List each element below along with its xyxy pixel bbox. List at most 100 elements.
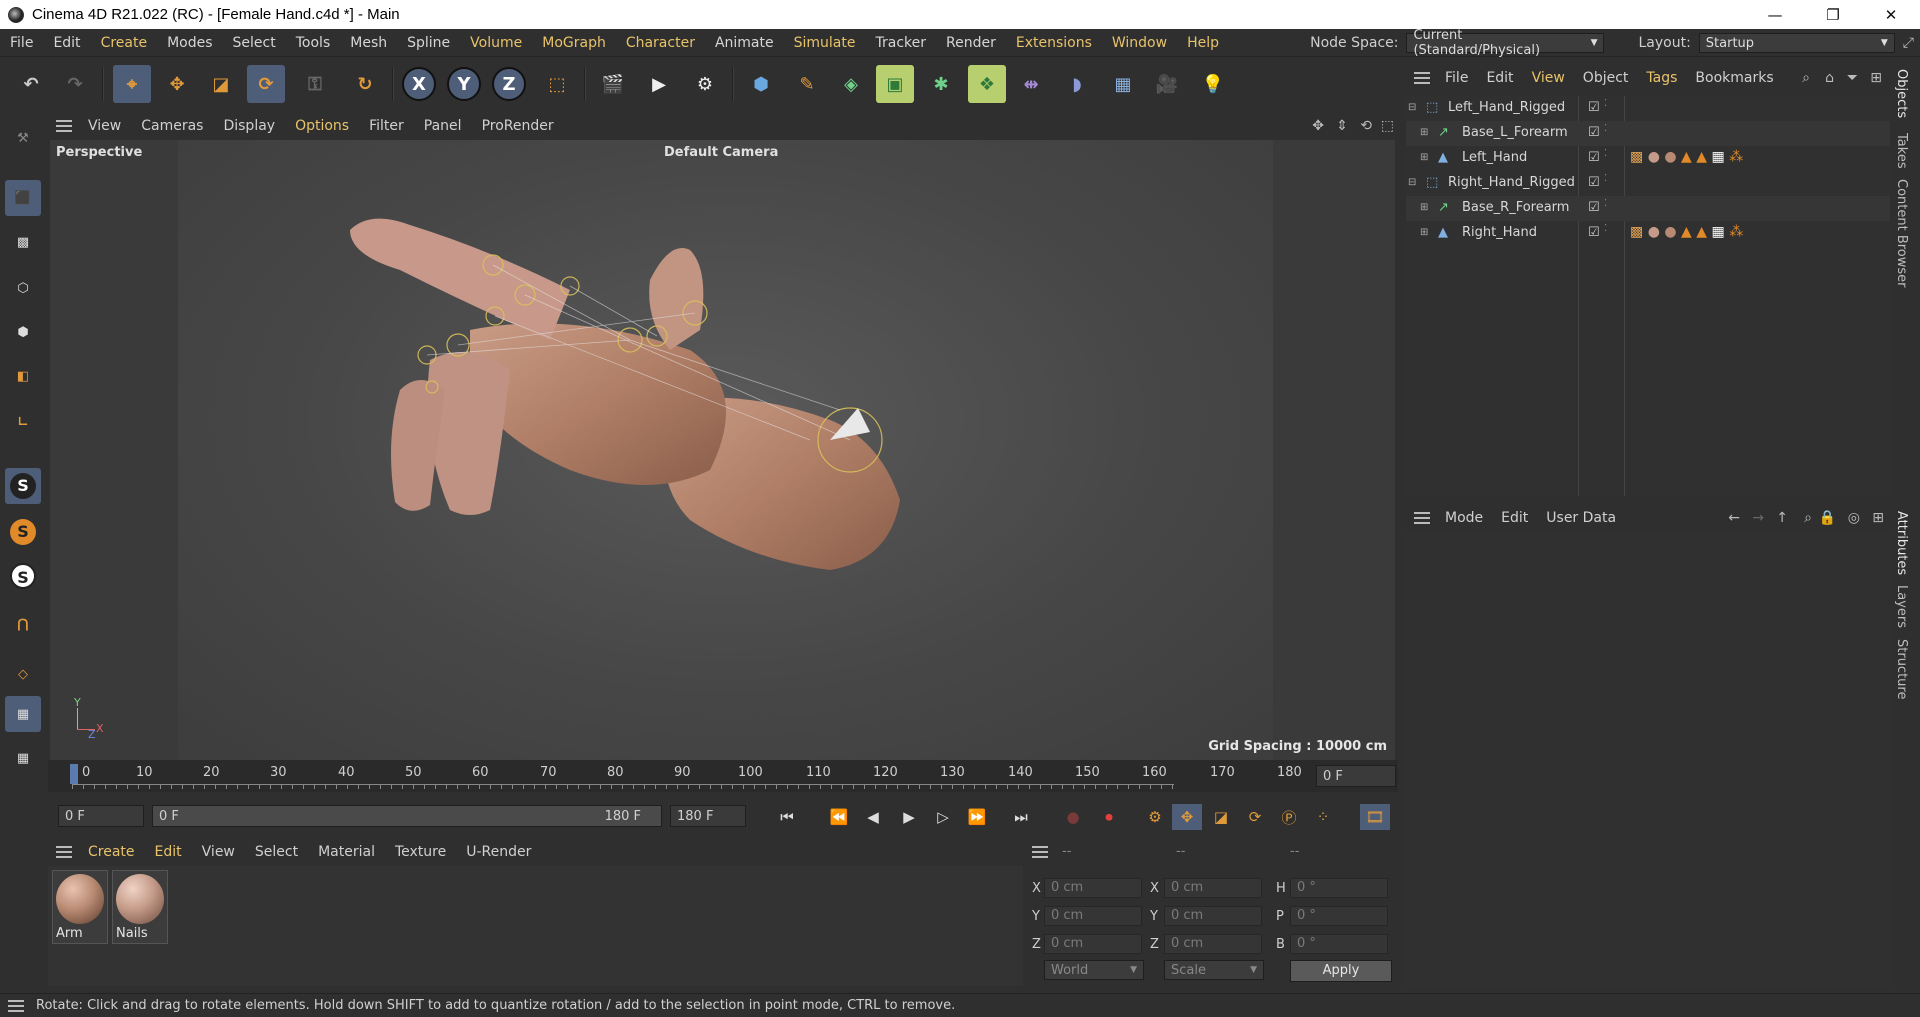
redo-icon[interactable]: ↷ <box>56 65 94 103</box>
material-menu-icon[interactable] <box>56 846 72 858</box>
menu-file[interactable]: File <box>0 35 43 51</box>
texture-tag-icon[interactable]: ▩ <box>1630 224 1643 240</box>
menu-tracker[interactable]: Tracker <box>865 35 936 51</box>
object-menu-tags[interactable]: Tags <box>1637 70 1686 86</box>
object-menu-view[interactable]: View <box>1523 70 1574 86</box>
collapse-icon[interactable]: ⊟ <box>1408 177 1416 188</box>
hand-model-render[interactable] <box>50 140 1395 760</box>
menu-extensions[interactable]: Extensions <box>1006 35 1102 51</box>
material-tag-icon[interactable]: ● <box>1664 149 1676 165</box>
scale-tool-icon[interactable]: ◪ <box>202 65 240 103</box>
menu-mesh[interactable]: Mesh <box>340 35 397 51</box>
visibility-toggle-icon[interactable]: ☑ <box>1588 200 1600 215</box>
menu-render[interactable]: Render <box>936 35 1006 51</box>
current-frame-field[interactable]: 0 F <box>1316 765 1396 787</box>
mograph-cubes-icon[interactable]: ❖ <box>968 65 1006 103</box>
menu-spline[interactable]: Spline <box>397 35 460 51</box>
edges-mode-icon[interactable]: ⬢ <box>5 314 41 350</box>
autokey-icon[interactable]: ⏺ <box>1094 804 1124 830</box>
home-icon[interactable]: ⌂ <box>1825 70 1834 86</box>
minimize-button[interactable]: — <box>1746 0 1804 29</box>
object-name[interactable]: Right_Hand_Rigged <box>1448 175 1575 190</box>
magnet-icon[interactable]: ⋂ <box>5 606 41 642</box>
search-icon[interactable]: ⌕ <box>1802 70 1810 86</box>
layout-lock-icon[interactable]: ⤢ <box>1903 35 1914 51</box>
material-menu-select[interactable]: Select <box>245 844 308 860</box>
material-menu-material[interactable]: Material <box>308 844 385 860</box>
menu-character[interactable]: Character <box>616 35 705 51</box>
key-rotation-icon[interactable]: ⟳ <box>1240 804 1270 830</box>
menu-simulate[interactable]: Simulate <box>784 35 866 51</box>
key-scale-icon[interactable]: ◪ <box>1206 804 1236 830</box>
end-frame-field[interactable]: 180 F <box>670 805 746 827</box>
select-tool-icon[interactable]: ⌖ <box>113 65 151 103</box>
attribute-menu-user-data[interactable]: User Data <box>1537 510 1625 526</box>
object-name[interactable]: Left_Hand_Rigged <box>1448 100 1565 115</box>
layer-dots-icon[interactable]: ⁚ <box>1604 173 1607 184</box>
polygons-mode-icon[interactable]: ◧ <box>5 358 41 394</box>
tab-layers[interactable]: Layers <box>1894 585 1909 628</box>
new-window-icon[interactable]: ⊞ <box>1870 70 1882 86</box>
node-space-dropdown[interactable]: Current (Standard/Physical) ▼ <box>1406 28 1605 58</box>
status-menu-icon[interactable] <box>8 999 24 1012</box>
axis-z-lock-button[interactable]: Z <box>492 67 526 101</box>
tab-takes[interactable]: Takes <box>1894 133 1909 169</box>
rotate-tool-icon[interactable]: ⟳ <box>247 65 285 103</box>
visibility-toggle-icon[interactable]: ☑ <box>1588 100 1600 115</box>
position-x-field[interactable]: 0 cm <box>1044 878 1142 898</box>
visibility-toggle-icon[interactable]: ☑ <box>1588 175 1600 190</box>
menu-tools[interactable]: Tools <box>286 35 341 51</box>
object-row[interactable]: ⊞ ↗ Base_L_Forearm ☑ ⁚ <box>1406 121 1890 146</box>
workplane-snap-button[interactable]: S <box>5 558 41 594</box>
skin-tag-icon[interactable]: ▲ <box>1696 224 1707 240</box>
material-tag-icon[interactable]: ● <box>1648 149 1660 165</box>
points-mode-icon[interactable]: ⬡ <box>5 270 41 306</box>
viewport-menu-view[interactable]: View <box>78 118 131 134</box>
object-name[interactable]: Left_Hand <box>1462 150 1527 165</box>
checker-tag-icon[interactable]: ▦ <box>1712 224 1725 240</box>
tab-structure[interactable]: Structure <box>1894 639 1909 699</box>
viewport-menu-display[interactable]: Display <box>213 118 285 134</box>
viewport-menu-filter[interactable]: Filter <box>359 118 414 134</box>
object-tags[interactable]: ▩ ● ● ▲ ▲ ▦ ⁂ <box>1630 224 1743 240</box>
render-view-icon[interactable]: 🎬 <box>594 65 632 103</box>
size-z-field[interactable]: 0 cm <box>1164 934 1262 954</box>
previous-key-icon[interactable]: ⏪ <box>824 804 854 830</box>
key-parameter-icon[interactable]: Ⓟ <box>1274 804 1304 830</box>
viewport-menu-icon[interactable] <box>56 119 72 132</box>
back-arrow-icon[interactable]: ← <box>1728 510 1740 526</box>
size-x-field[interactable]: 0 cm <box>1164 878 1262 898</box>
snap-settings-button[interactable]: S <box>5 514 41 550</box>
layer-dots-icon[interactable]: ⁚ <box>1604 148 1607 159</box>
render-settings-icon[interactable]: ⚙ <box>686 65 724 103</box>
object-row[interactable]: ⊟ ⬚ Left_Hand_Rigged ☑ ⁚ <box>1406 96 1890 121</box>
layout-dropdown[interactable]: Startup ▼ <box>1698 33 1895 53</box>
material-menu-edit[interactable]: Edit <box>145 844 192 860</box>
menu-mograph[interactable]: MoGraph <box>532 35 616 51</box>
material-menu-create[interactable]: Create <box>78 844 145 860</box>
timeline-ruler[interactable]: 0 10 20 30 40 50 60 70 80 90 100 110 120… <box>48 760 1398 792</box>
menu-window[interactable]: Window <box>1102 35 1177 51</box>
expand-icon[interactable]: ⊞ <box>1420 202 1428 213</box>
attribute-menu-edit[interactable]: Edit <box>1492 510 1537 526</box>
planar-workplane-icon[interactable]: ▦ <box>5 740 41 776</box>
visibility-toggle-icon[interactable]: ☑ <box>1588 125 1600 140</box>
rotation-h-field[interactable]: 0 ° <box>1290 878 1388 898</box>
previous-frame-icon[interactable]: ◀ <box>858 804 888 830</box>
attribute-menu-mode[interactable]: Mode <box>1436 510 1492 526</box>
viewport-menu-options[interactable]: Options <box>285 118 359 134</box>
model-mode-icon[interactable]: ⬛ <box>5 180 41 216</box>
maximize-button[interactable]: ❐ <box>1804 0 1862 29</box>
pen-spline-icon[interactable]: ✎ <box>788 65 826 103</box>
object-name[interactable]: Right_Hand <box>1462 225 1537 240</box>
go-to-end-icon[interactable]: ⏭ <box>1006 804 1036 830</box>
apply-button[interactable]: Apply <box>1290 960 1392 982</box>
material-menu-urender[interactable]: U-Render <box>456 844 541 860</box>
tab-attributes[interactable]: Attributes <box>1894 511 1909 575</box>
menu-select[interactable]: Select <box>223 35 286 51</box>
bend-deformer-icon[interactable]: ⇹ <box>1012 65 1050 103</box>
rotation-p-field[interactable]: 0 ° <box>1290 906 1388 926</box>
object-name[interactable]: Base_L_Forearm <box>1462 125 1568 140</box>
camera-icon[interactable]: 🎥 <box>1148 65 1186 103</box>
subdivision-surface-icon[interactable]: ◈ <box>832 65 870 103</box>
